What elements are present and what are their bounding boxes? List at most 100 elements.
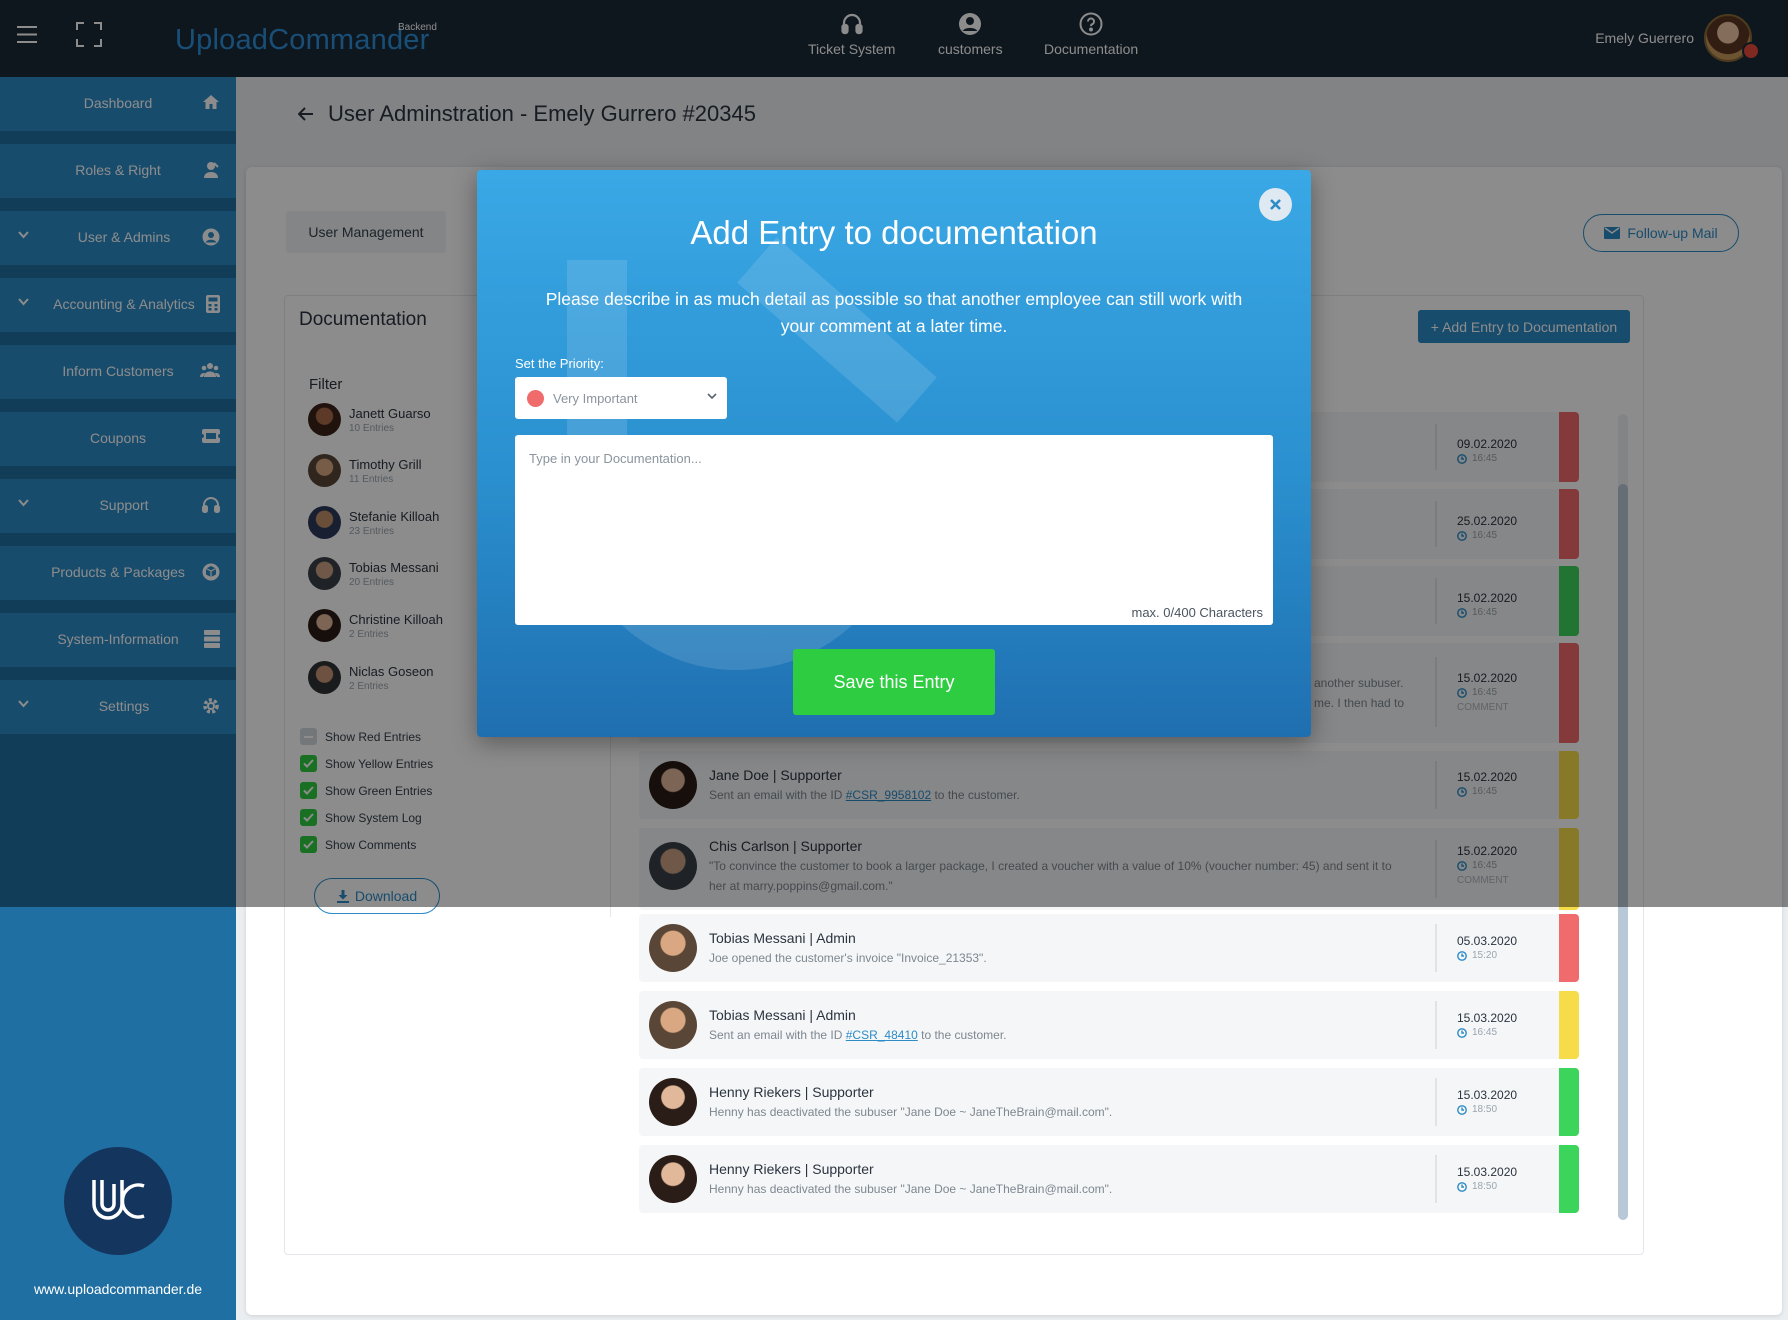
app-logo[interactable]: UploadCommander xyxy=(175,24,429,57)
add-entry-modal: Add Entry to documentation Please descri… xyxy=(477,170,1311,737)
follow-up-mail-button[interactable]: Follow-up Mail xyxy=(1583,214,1739,252)
sidebar-item-label: Support xyxy=(99,497,149,513)
entry-text: "To convince the customer to book a larg… xyxy=(709,859,1392,893)
avatar xyxy=(308,403,341,436)
documentation-textarea[interactable]: Type in your Documentation... max. 0/400… xyxy=(515,435,1273,625)
priority-label: Set the Priority: xyxy=(515,356,604,371)
documentation-entry[interactable]: Jane Doe | Supporter Sent an email with … xyxy=(639,751,1579,819)
avatar xyxy=(308,454,341,487)
clock-icon xyxy=(1457,530,1467,541)
checkbox[interactable] xyxy=(300,728,317,745)
filter-person[interactable]: Timothy Grill 11 Entries xyxy=(308,454,421,487)
checkbox[interactable] xyxy=(300,755,317,772)
filter-person[interactable]: Niclas Goseon 2 Entries xyxy=(308,661,434,694)
download-button[interactable]: Download xyxy=(314,878,440,914)
avatar xyxy=(308,609,341,642)
back-arrow-icon[interactable] xyxy=(298,107,314,121)
entry-date: 09.02.2020 xyxy=(1457,437,1518,451)
website-url[interactable]: www.uploadcommander.de xyxy=(0,1281,236,1297)
sidebar-item-user-admins[interactable]: User & Admins xyxy=(0,211,236,265)
company-logo xyxy=(64,1147,172,1255)
hamburger-menu-icon[interactable] xyxy=(17,26,37,43)
person-name: Janett Guarso xyxy=(349,405,431,421)
nav-label: Ticket System xyxy=(808,41,896,57)
checkbox-show-yellow[interactable]: Show Yellow Entries xyxy=(300,755,433,772)
scrollbar-thumb[interactable] xyxy=(1618,484,1628,1220)
person-name: Niclas Goseon xyxy=(349,663,434,679)
checkbox[interactable] xyxy=(300,836,317,853)
headset-icon xyxy=(202,496,220,514)
nav-ticket-system[interactable]: Ticket System xyxy=(808,12,895,57)
entry-separator xyxy=(1435,1001,1437,1049)
entry-time-text: 16:45 xyxy=(1472,607,1498,618)
current-user-name[interactable]: Emely Guerrero xyxy=(1595,30,1694,46)
priority-bar xyxy=(1559,412,1579,482)
sidebar: Dashboard Roles & Right User & Admins Ac… xyxy=(0,77,236,1320)
entry-time: 15:20 xyxy=(1457,950,1497,961)
entry-date: 25.02.2020 xyxy=(1457,514,1518,528)
sidebar-item-system-information[interactable]: System-Information xyxy=(0,613,236,667)
entry-link[interactable]: #CSR_48410 xyxy=(846,1028,918,1042)
entry-separator xyxy=(1435,924,1437,972)
save-entry-button[interactable]: Save this Entry xyxy=(793,649,995,715)
clock-icon xyxy=(1457,1181,1467,1192)
checkbox-label: Show System Log xyxy=(325,810,422,825)
avatar xyxy=(649,1155,697,1203)
documentation-entry[interactable]: Tobias Messani | Admin Joe opened the cu… xyxy=(639,914,1579,982)
filter-person[interactable]: Janett Guarso 10 Entries xyxy=(308,403,431,436)
clock-icon xyxy=(1457,687,1467,698)
entry-date: 05.03.2020 xyxy=(1457,934,1518,948)
entry-time-text: 16:45 xyxy=(1472,786,1498,797)
checkbox[interactable] xyxy=(300,782,317,799)
filter-person[interactable]: Christine Killoah 2 Entries xyxy=(308,609,443,642)
avatar xyxy=(649,1001,697,1049)
documentation-entry[interactable]: Tobias Messani | Admin Sent an email wit… xyxy=(639,991,1579,1059)
checkbox-show-comments[interactable]: Show Comments xyxy=(300,836,416,853)
nav-customers[interactable]: customers xyxy=(938,12,1003,57)
person-entries: 10 Entries xyxy=(349,422,395,434)
entry-date: 15.03.2020 xyxy=(1457,1165,1518,1179)
sidebar-item-coupons[interactable]: Coupons xyxy=(0,412,236,466)
sidebar-item-dashboard[interactable]: Dashboard xyxy=(0,77,236,131)
follow-up-label: Follow-up Mail xyxy=(1627,225,1718,241)
fullscreen-icon[interactable] xyxy=(76,22,102,47)
sidebar-item-support[interactable]: Support xyxy=(0,479,236,533)
entry-separator xyxy=(1435,840,1437,898)
entry-author: Tobias Messani | Admin xyxy=(709,1007,856,1023)
nav-documentation[interactable]: Documentation xyxy=(1044,12,1138,57)
checkbox[interactable] xyxy=(300,809,317,826)
sidebar-item-products-packages[interactable]: Products & Packages xyxy=(0,546,236,600)
entry-text-pre: Sent an email with the ID xyxy=(709,788,846,802)
documentation-entry[interactable]: Chis Carlson | Supporter "To convince th… xyxy=(639,828,1579,910)
entry-comment-tag: COMMENT xyxy=(1457,875,1509,886)
documentation-entry[interactable]: Henny Riekers | Supporter Henny has deac… xyxy=(639,1068,1579,1136)
checkbox-show-red[interactable]: Show Red Entries xyxy=(300,728,421,745)
sidebar-item-label: Products & Packages xyxy=(51,564,185,580)
checkbox-show-system-log[interactable]: Show System Log xyxy=(300,809,422,826)
filter-title: Filter xyxy=(309,376,343,393)
priority-select[interactable]: Very Important xyxy=(515,377,727,419)
sidebar-item-roles-right[interactable]: Roles & Right xyxy=(0,144,236,198)
sidebar-item-label: User & Admins xyxy=(77,229,171,245)
person-entries: 20 Entries xyxy=(349,576,395,588)
user-circle-icon xyxy=(958,12,982,36)
sidebar-item-accounting-analytics[interactable]: Accounting & Analytics xyxy=(0,278,236,332)
sidebar-item-settings[interactable]: Settings xyxy=(0,680,236,734)
entry-time: 16:45 xyxy=(1457,687,1497,698)
sidebar-item-inform-customers[interactable]: Inform Customers xyxy=(0,345,236,399)
checkbox-show-green[interactable]: Show Green Entries xyxy=(300,782,432,799)
entry-link[interactable]: #CSR_9958102 xyxy=(846,788,931,802)
avatar xyxy=(649,1078,697,1126)
entry-text: Sent an email with the ID #CSR_9958102 t… xyxy=(709,785,1404,805)
entry-time: 16:45 xyxy=(1457,453,1497,464)
filter-person[interactable]: Stefanie Killoah 23 Entries xyxy=(308,506,439,539)
person-name: Stefanie Killoah xyxy=(349,508,440,524)
tab-user-management[interactable]: User Management xyxy=(286,211,446,253)
download-label: Download xyxy=(354,888,418,904)
add-entry-button[interactable]: + Add Entry to Documentation xyxy=(1418,310,1630,343)
power-icon[interactable] xyxy=(1742,42,1760,60)
entry-separator xyxy=(1435,501,1437,547)
entry-date: 15.02.2020 xyxy=(1457,671,1518,685)
documentation-entry[interactable]: Henny Riekers | Supporter Henny has deac… xyxy=(639,1145,1579,1213)
filter-person[interactable]: Tobias Messani 20 Entries xyxy=(308,557,439,590)
